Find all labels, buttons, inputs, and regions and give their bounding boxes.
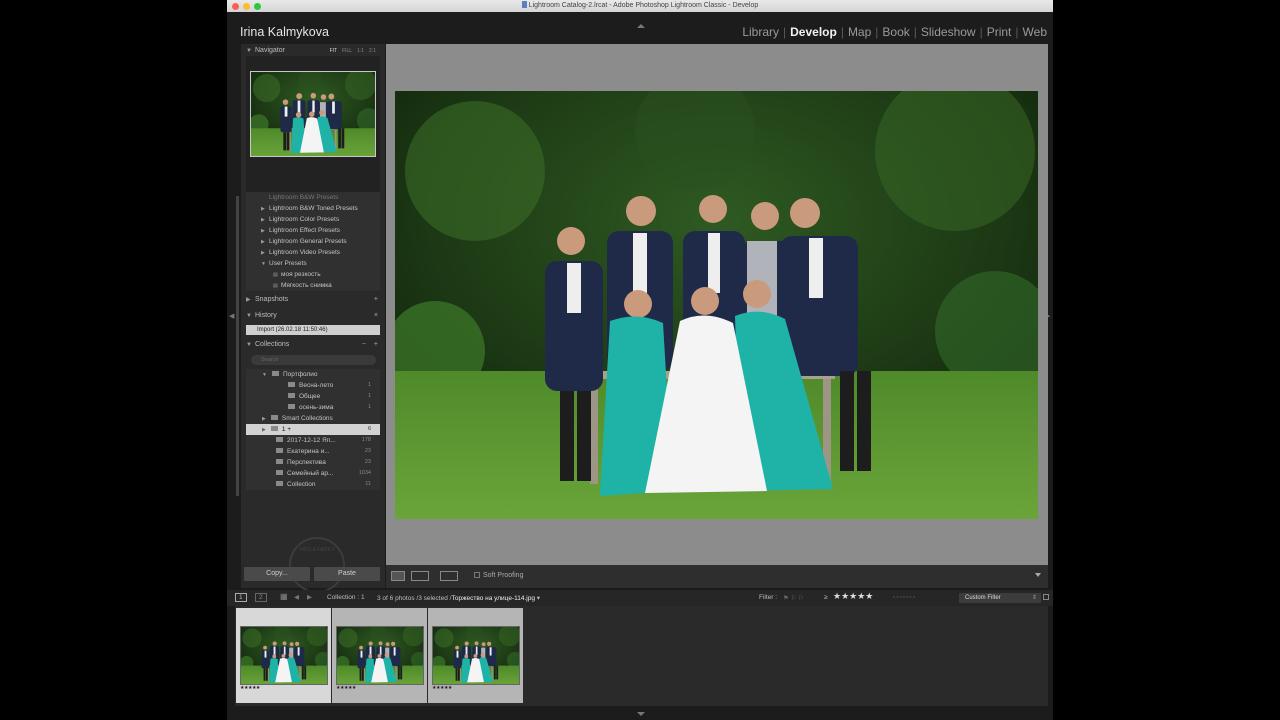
add-collection-icon[interactable]: + xyxy=(374,339,378,351)
smart-collections[interactable]: ▶ Smart Collections xyxy=(246,413,380,424)
paste-settings-button[interactable]: Paste xyxy=(314,567,380,581)
preset-folder-user[interactable]: ▼ User Presets xyxy=(246,258,380,269)
filter-label: Filter : xyxy=(759,594,778,601)
identity-bar: Irina Kalmykova Library | Develop | Map | B… xyxy=(227,12,1053,44)
collection-item[interactable]: Екатерина и... 23 xyxy=(246,446,380,457)
window-title: Lightroom Catalog-2.lrcat - Adobe Photos… xyxy=(528,2,759,9)
history-item[interactable]: Import (26.02.18 11:50:46) xyxy=(246,325,380,335)
collection-item[interactable]: Collection 11 xyxy=(246,479,380,490)
module-web[interactable]: Web xyxy=(1020,25,1050,39)
rating-filter-stars[interactable]: ★★★★★ xyxy=(833,591,873,602)
module-library[interactable]: Library xyxy=(739,25,782,39)
history-title: History xyxy=(255,312,277,319)
flag-filter-icons[interactable]: ⚑ ⚐ ⚐ xyxy=(783,594,804,602)
soft-proofing-toggle[interactable]: Soft Proofing xyxy=(474,572,523,579)
secondary-window-button[interactable]: 2 xyxy=(255,593,267,602)
collection-set[interactable]: ▼ Портфолио xyxy=(246,369,380,380)
module-map[interactable]: Map xyxy=(845,25,874,39)
filmstrip-thumbnail[interactable]: ★★★★★ xyxy=(236,608,331,703)
forward-arrow-icon[interactable]: ▶ xyxy=(307,593,312,601)
preset-folder[interactable]: ▶ Lightroom B&W Toned Presets xyxy=(246,203,380,214)
loupe-view-icon[interactable] xyxy=(391,571,405,581)
title-bar: Lightroom Catalog-2.lrcat - Adobe Photos… xyxy=(227,0,1053,12)
document-icon xyxy=(521,1,527,8)
add-snapshot-icon[interactable]: + xyxy=(374,294,378,306)
watermark-stamp: KIDS & FAMILY xyxy=(289,537,345,593)
module-book[interactable]: Book xyxy=(879,25,912,39)
collection-item[interactable]: осень-зима 1 xyxy=(246,402,380,413)
filmstrip: ★★★★★ ★★★★★ ★★★★★ xyxy=(235,606,1048,706)
navigator-title: Navigator xyxy=(255,47,285,54)
rating-operator[interactable]: ≥ xyxy=(824,594,828,601)
thumbnail-rating: ★★★★★ xyxy=(336,685,356,691)
preset-folder[interactable]: ▶ Lightroom Color Presets xyxy=(246,214,380,225)
collapse-collections-icon[interactable]: − xyxy=(362,339,366,351)
grid-icon[interactable]: ▦ xyxy=(280,592,288,601)
module-slideshow[interactable]: Slideshow xyxy=(918,25,979,39)
main-image-view[interactable] xyxy=(386,44,1048,565)
collection-search-input[interactable]: Search xyxy=(251,355,376,365)
collections-title: Collections xyxy=(255,341,290,348)
thumbnail-rating: ★★★★★ xyxy=(240,685,260,691)
chevron-down-icon[interactable] xyxy=(1035,573,1041,577)
checkbox-icon[interactable] xyxy=(474,572,480,578)
collection-item[interactable]: 2017-12-12 Яп... 178 xyxy=(246,435,380,446)
navigator-thumbnail[interactable] xyxy=(250,71,376,157)
preset-folder[interactable]: ▶ Lightroom General Presets xyxy=(246,236,380,247)
identity-plate: Irina Kalmykova xyxy=(240,25,329,39)
close-window-button[interactable] xyxy=(232,3,239,10)
lightroom-window: Lightroom Catalog-2.lrcat - Adobe Photos… xyxy=(227,0,1053,720)
module-print[interactable]: Print xyxy=(984,25,1015,39)
main-photo[interactable] xyxy=(395,91,1038,519)
left-panel-scrollbar[interactable] xyxy=(236,196,239,496)
primary-window-button[interactable]: 1 xyxy=(235,593,247,602)
collapse-top-panel-icon[interactable] xyxy=(637,24,645,28)
user-preset[interactable]: ▤ Мягкость снимка xyxy=(246,280,380,291)
zoom-1-1[interactable]: 1:1 xyxy=(357,48,364,54)
back-arrow-icon[interactable]: ◀ xyxy=(294,593,299,601)
minimize-window-button[interactable] xyxy=(243,3,250,10)
filmstrip-thumbnail[interactable]: ★★★★★ xyxy=(428,608,523,703)
filmstrip-bar: 1 2 ▦ ◀ ▶ Collection : 1 3 of 6 photos /… xyxy=(227,590,1053,606)
collection-item[interactable]: Весна-лето 1 xyxy=(246,380,380,391)
filter-lock-icon[interactable] xyxy=(1043,594,1049,600)
collections-header[interactable]: ▼ Collections − + xyxy=(246,339,380,351)
source-label[interactable]: Collection : 1 xyxy=(327,594,365,601)
module-develop[interactable]: Develop xyxy=(787,25,840,39)
collapse-filmstrip-icon[interactable] xyxy=(637,712,645,716)
module-picker: Library | Develop | Map | Book | Slideshow | … xyxy=(739,25,1050,39)
zoom-window-button[interactable] xyxy=(254,3,261,10)
left-panel: ▼ Navigator FIT FILL 1:1 2:1 Lightroom B&W P… xyxy=(241,44,385,593)
custom-filter-dropdown[interactable]: Custom Filter ⇕ xyxy=(959,593,1041,603)
develop-toolbar: Soft Proofing xyxy=(386,565,1048,588)
color-label-filter[interactable]: ▫▫▫▫▫▫▫ xyxy=(893,594,916,601)
collection-item[interactable]: Перспектива 23 xyxy=(246,457,380,468)
clear-history-icon[interactable]: × xyxy=(374,310,378,322)
thumbnail-rating: ★★★★★ xyxy=(432,685,452,691)
preset-folder[interactable]: ▶ Lightroom Effect Presets xyxy=(246,225,380,236)
user-preset[interactable]: ▤ моя резкость xyxy=(246,269,380,280)
zoom-fill[interactable]: FILL xyxy=(342,48,352,54)
snapshots-title: Snapshots xyxy=(255,296,289,303)
photo-count: 3 of 6 photos /3 selected /Торжество на … xyxy=(377,595,541,602)
preset-folder[interactable]: ▶ Lightroom Video Presets xyxy=(246,247,380,258)
zoom-fit[interactable]: FIT xyxy=(330,48,338,54)
filmstrip-thumbnail[interactable]: ★★★★★ xyxy=(332,608,427,703)
collection-item[interactable]: Семейный ар... 1034 xyxy=(246,468,380,479)
collapse-left-panel-icon[interactable]: ◀ xyxy=(229,312,234,320)
collection-item[interactable]: Общее 1 xyxy=(246,391,380,402)
copy-settings-button[interactable]: Copy... xyxy=(244,567,310,581)
preset-folder-partial[interactable]: Lightroom B&W Presets xyxy=(246,192,380,203)
history-header[interactable]: ▼ History × xyxy=(246,310,380,322)
zoom-2-1[interactable]: 2:1 xyxy=(369,48,376,54)
before-after-icon[interactable] xyxy=(411,571,429,581)
before-after-split-icon[interactable] xyxy=(440,571,458,581)
collection-item-selected[interactable]: ▶ 1 +6 xyxy=(246,424,380,435)
snapshots-header[interactable]: ▶ Snapshots + xyxy=(246,294,380,306)
